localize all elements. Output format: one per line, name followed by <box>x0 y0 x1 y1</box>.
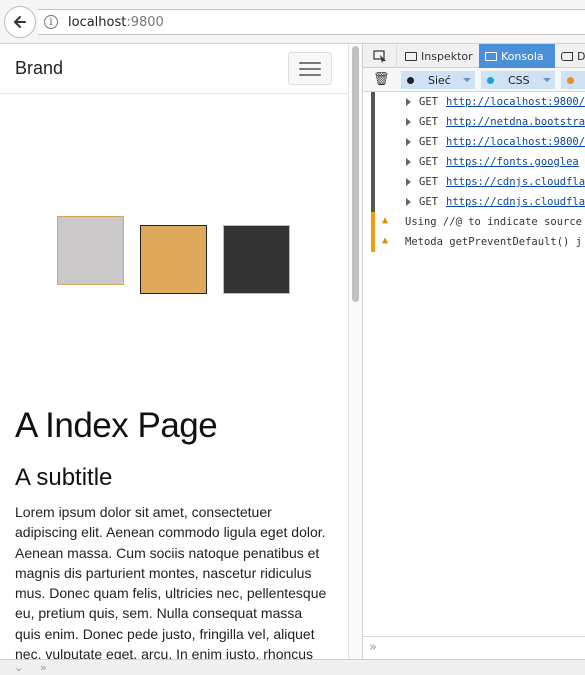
expand-triangle-icon[interactable] <box>406 158 411 166</box>
log-url-link[interactable]: https://cdnjs.cloudfla <box>446 196 585 208</box>
filter-css-label: CSS <box>508 73 530 87</box>
filter-network-label: Sieć <box>428 73 451 87</box>
expand-triangle-icon[interactable] <box>406 178 411 186</box>
back-button[interactable] <box>4 6 36 38</box>
warning-row[interactable]: ▲ Using //@ to indicate source <box>363 212 585 232</box>
console-icon <box>485 51 497 61</box>
log-marker <box>371 152 375 172</box>
page-scrollbar[interactable] <box>348 44 362 659</box>
warning-marker <box>371 212 375 232</box>
log-marker <box>371 132 375 152</box>
log-row[interactable]: GET https://cdnjs.cloudfla <box>363 172 585 192</box>
log-url-link[interactable]: http://localhost:9800/ <box>446 136 585 148</box>
trash-icon[interactable]: 🗑 <box>373 72 390 87</box>
url-bar[interactable]: i localhost:9800 <box>38 9 585 35</box>
log-marker <box>371 92 375 112</box>
log-row[interactable]: GET https://fonts.googlea <box>363 152 585 172</box>
element-picker-button[interactable] <box>363 44 397 68</box>
log-method: GET <box>419 176 438 188</box>
navbar-toggle-button[interactable] <box>288 52 332 85</box>
tab-inspector-label: Inspektor <box>421 49 473 63</box>
chevron-down-icon[interactable]: ⌄ <box>14 661 23 674</box>
page-subtitle: A subtitle <box>15 464 113 491</box>
body-paragraph: Lorem ipsum dolor sit amet, consectetuer… <box>15 504 327 659</box>
log-row[interactable]: GET https://cdnjs.cloudfla <box>363 192 585 212</box>
console-filter-bar: 🗑 Sieć CSS <box>363 68 585 92</box>
chevron-down-icon <box>543 78 551 82</box>
double-chevron-icon[interactable]: » <box>40 661 47 674</box>
expand-triangle-icon[interactable] <box>406 98 411 106</box>
brand-link[interactable]: Brand <box>15 58 63 79</box>
console-input[interactable]: » <box>363 636 585 659</box>
menu-bar-icon <box>299 61 321 64</box>
scrollbar-thumb[interactable] <box>352 46 359 302</box>
tab-console[interactable]: Konsola <box>479 44 555 68</box>
swatch-dark <box>223 225 290 294</box>
warning-row[interactable]: ▲ Metoda getPreventDefault() j <box>363 232 585 252</box>
tab-console-label: Konsola <box>501 49 544 63</box>
expand-triangle-icon[interactable] <box>406 118 411 126</box>
debugger-icon <box>561 51 573 61</box>
swatch-gray <box>57 216 124 285</box>
network-dot-icon <box>407 76 414 84</box>
url-port: :9800 <box>126 14 164 30</box>
swatch-gold <box>140 225 207 294</box>
warning-marker <box>371 232 375 252</box>
log-method: GET <box>419 136 438 148</box>
expand-triangle-icon[interactable] <box>406 138 411 146</box>
element-picker-icon <box>372 49 386 63</box>
log-url-link[interactable]: https://cdnjs.cloudfla <box>446 176 585 188</box>
console-prompt-icon: » <box>369 640 377 655</box>
bottom-bar: ⌄ » <box>0 659 585 675</box>
log-method: GET <box>419 116 438 128</box>
log-marker <box>371 172 375 192</box>
log-url-link[interactable]: http://localhost:9800/ <box>446 96 585 108</box>
log-method: GET <box>419 196 438 208</box>
log-method: GET <box>419 156 438 168</box>
page-title: A Index Page <box>15 406 218 445</box>
log-row[interactable]: GET http://localhost:9800/ <box>363 92 585 112</box>
filter-css[interactable]: CSS <box>481 71 555 89</box>
tab-inspector[interactable]: Inspektor <box>399 44 479 68</box>
tab-debugger[interactable]: D <box>555 44 585 68</box>
log-url-link[interactable]: https://fonts.googlea <box>446 156 579 168</box>
chevron-down-icon <box>463 78 471 82</box>
info-icon[interactable]: i <box>44 15 58 29</box>
js-dot-icon <box>567 76 574 84</box>
menu-bar-icon <box>299 67 321 70</box>
filter-network[interactable]: Sieć <box>401 71 475 89</box>
inspector-icon <box>405 51 417 61</box>
expand-triangle-icon[interactable] <box>406 198 411 206</box>
log-marker <box>371 192 375 212</box>
page-viewport: Brand A Index Page A subtitle Lorem ipsu… <box>0 44 348 659</box>
console-log: GET http://localhost:9800/ GET http://ne… <box>363 92 585 252</box>
warning-icon: ▲ <box>382 235 389 246</box>
back-arrow-icon <box>14 16 26 28</box>
browser-toolbar: i localhost:9800 <box>0 0 585 44</box>
url-host: localhost <box>68 14 127 30</box>
tab-debugger-label: D <box>577 49 585 63</box>
warning-icon: ▲ <box>382 215 389 226</box>
url-text[interactable]: localhost:9800 <box>68 15 164 30</box>
log-url-link[interactable]: http://netdna.bootstra <box>446 116 585 128</box>
warning-message: Metoda getPreventDefault() j <box>405 236 583 248</box>
log-row[interactable]: GET http://localhost:9800/ <box>363 132 585 152</box>
menu-bar-icon <box>299 73 321 76</box>
log-marker <box>371 112 375 132</box>
log-method: GET <box>419 96 438 108</box>
warning-message: Using //@ to indicate source <box>405 216 583 228</box>
devtools-panel: Inspektor Konsola D 🗑 Sieć CSS GET http:… <box>362 44 585 659</box>
devtools-tabbar: Inspektor Konsola D <box>363 44 585 68</box>
css-dot-icon <box>487 76 494 84</box>
navbar: Brand <box>0 44 348 94</box>
filter-js[interactable] <box>561 71 585 89</box>
log-row[interactable]: GET http://netdna.bootstra <box>363 112 585 132</box>
